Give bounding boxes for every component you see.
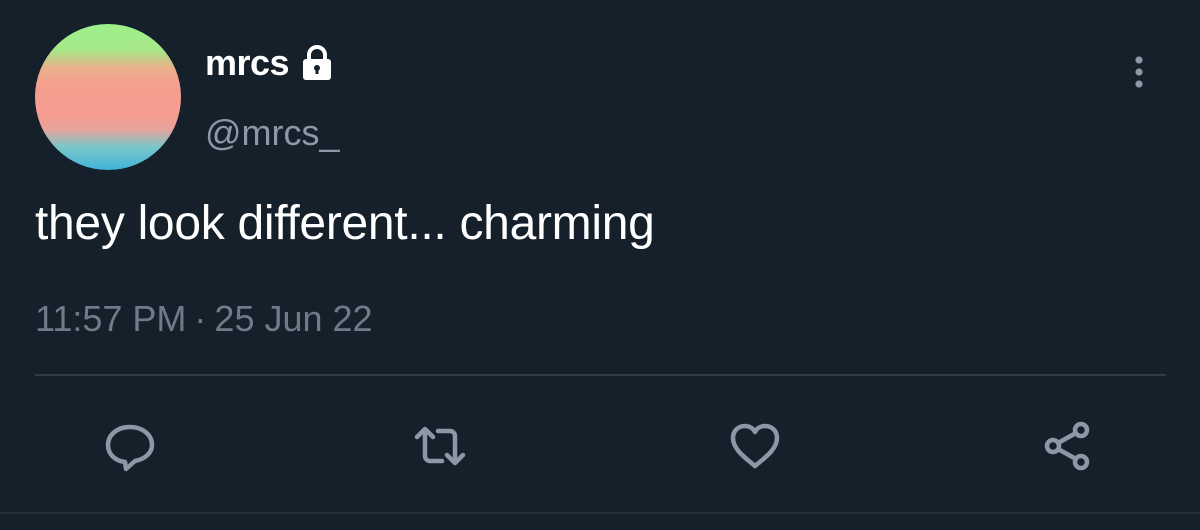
lock-icon	[297, 43, 337, 83]
share-icon	[1044, 421, 1090, 471]
tweet-text: they look different... charming	[35, 197, 655, 250]
retweet-button[interactable]	[410, 416, 470, 476]
retweet-icon	[414, 426, 466, 466]
like-button[interactable]	[725, 416, 785, 476]
user-handle[interactable]: @mrcs_	[205, 112, 340, 154]
reply-icon	[105, 424, 155, 472]
author-name-row: mrcs	[205, 40, 337, 86]
bottom-divider	[0, 512, 1200, 514]
meta-separator: ·	[194, 298, 207, 339]
tweet-meta: 11:57 PM · 25 Jun 22	[35, 298, 373, 340]
tweet-date[interactable]: 25 Jun 22	[214, 298, 372, 339]
more-vertical-icon[interactable]	[1127, 52, 1151, 92]
heart-icon	[730, 423, 780, 469]
avatar[interactable]	[35, 24, 181, 170]
reply-button[interactable]	[100, 416, 160, 476]
share-button[interactable]	[1037, 416, 1097, 476]
tweet-time[interactable]: 11:57 PM	[35, 298, 186, 339]
display-name[interactable]: mrcs	[205, 42, 290, 84]
tweet-card: mrcs @mrcs_ they look different... charm…	[0, 0, 1200, 530]
divider	[35, 374, 1166, 376]
